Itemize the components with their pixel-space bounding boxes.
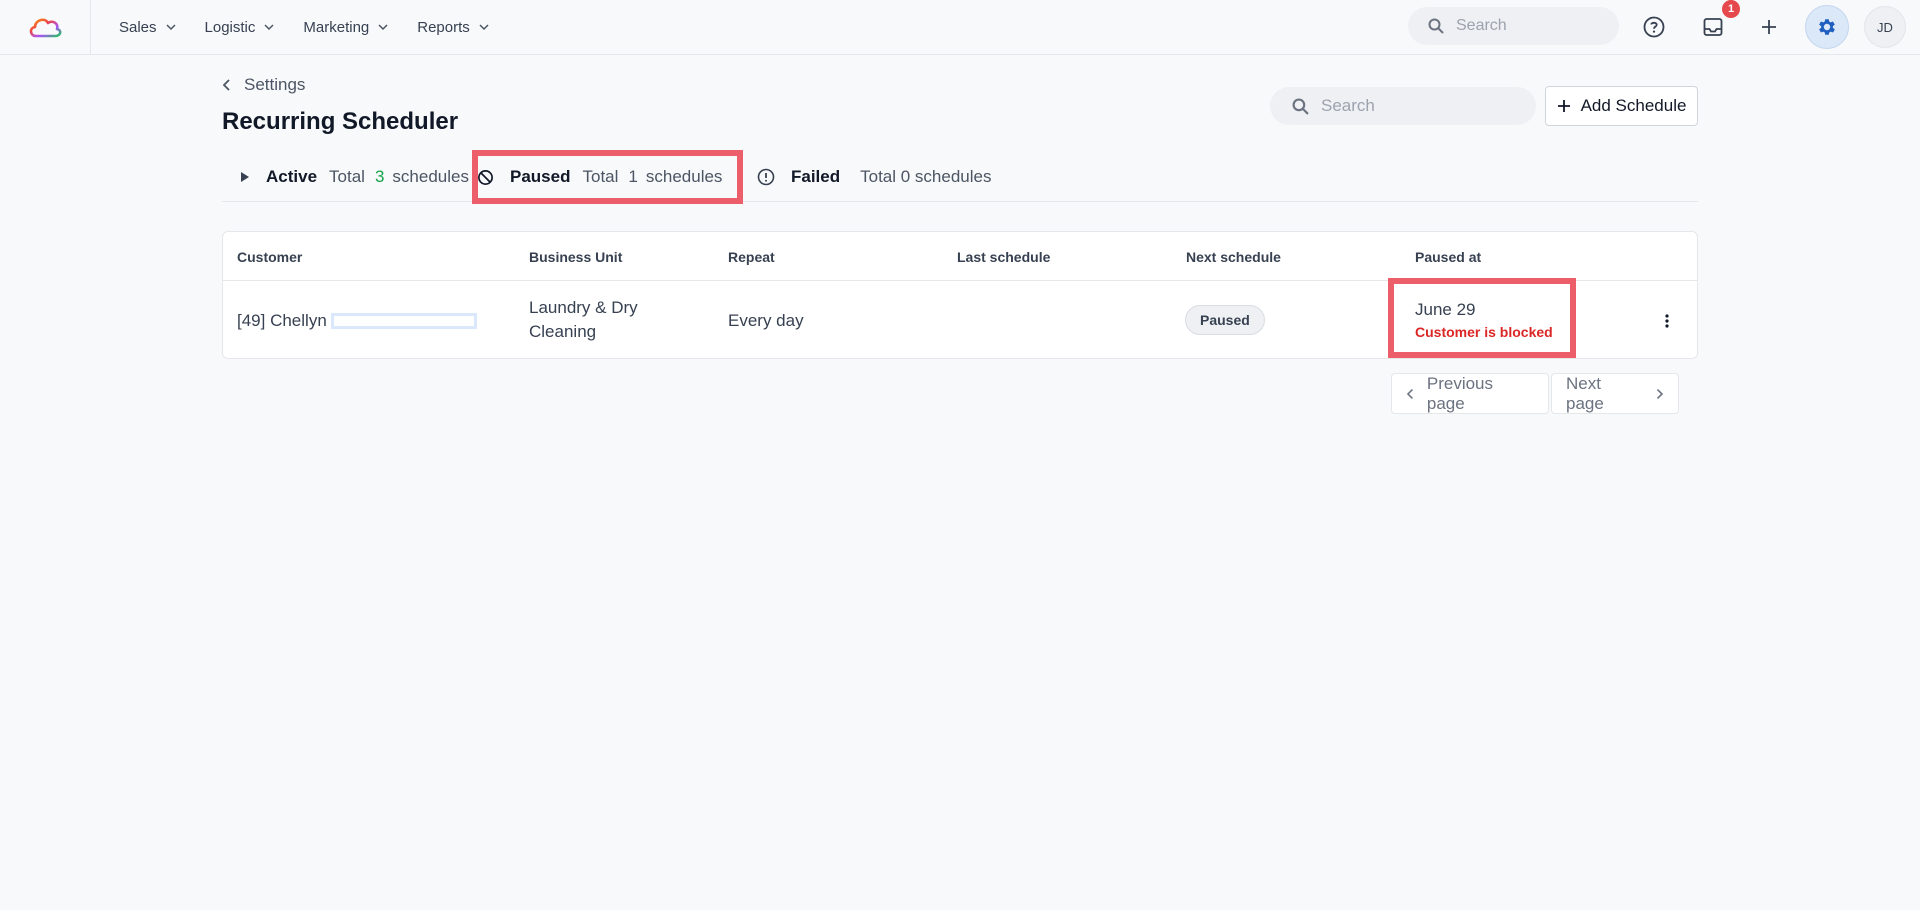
nav-marketing[interactable]: Marketing xyxy=(303,0,389,54)
page-title: Recurring Scheduler xyxy=(222,108,459,135)
more-vertical-icon xyxy=(1665,314,1669,328)
global-search[interactable] xyxy=(1408,7,1619,45)
customer-cell[interactable]: [49] Chellyn xyxy=(237,311,477,331)
breadcrumb-label: Settings xyxy=(244,75,306,94)
add-schedule-label: Add Schedule xyxy=(1580,96,1687,115)
next-page-label: Next page xyxy=(1566,373,1604,413)
nav-sales[interactable]: Sales xyxy=(119,0,177,54)
gear-icon xyxy=(1819,19,1835,35)
business-unit-line2: Cleaning xyxy=(529,322,597,341)
tab-active-total-label: Total xyxy=(329,167,365,186)
column-header-repeat: Repeat xyxy=(728,249,775,265)
tab-failed-summary: Total 0 schedules xyxy=(860,167,992,186)
notification-badge: 1 xyxy=(1722,0,1740,18)
breadcrumb-back[interactable]: Settings xyxy=(222,75,305,95)
repeat-cell: Every day xyxy=(728,311,804,330)
top-navigation-bar: Sales Logistic Marketing Reports 1 JD xyxy=(0,0,1920,55)
main-nav: Sales Logistic Marketing Reports xyxy=(119,0,518,54)
column-header-business-unit: Business Unit xyxy=(529,249,623,265)
tab-active[interactable]: Active Total 3 schedules xyxy=(240,157,469,197)
settings-button[interactable] xyxy=(1805,5,1849,49)
nav-logistic[interactable]: Logistic xyxy=(205,0,276,54)
help-icon xyxy=(1643,16,1665,38)
column-header-paused-at: Paused at xyxy=(1415,249,1482,265)
highlight-paused-tab xyxy=(472,150,743,204)
column-header-next-schedule: Next schedule xyxy=(1186,249,1281,265)
tab-active-unit: schedules xyxy=(392,167,469,186)
redacted-field xyxy=(330,313,477,329)
tab-active-name: Active xyxy=(266,167,318,186)
highlight-paused-at xyxy=(1388,278,1576,358)
help-button[interactable] xyxy=(1634,7,1674,47)
chevron-left-icon xyxy=(222,79,230,91)
chevron-down-icon xyxy=(264,24,274,31)
chevron-down-icon xyxy=(479,24,489,31)
nav-sales-label: Sales xyxy=(119,18,157,36)
search-icon xyxy=(1428,18,1444,34)
caret-right-icon xyxy=(241,172,249,182)
customer-name: [49] Chellyn xyxy=(237,311,327,330)
tab-active-count: 3 xyxy=(374,167,385,186)
chevron-down-icon xyxy=(166,24,176,31)
alert-circle-icon xyxy=(757,168,775,186)
plus-icon xyxy=(1762,20,1776,34)
row-actions-button[interactable] xyxy=(1655,307,1679,335)
business-unit-cell: Laundry & Dry Cleaning xyxy=(529,296,638,344)
schedule-search-input[interactable] xyxy=(1321,96,1521,116)
previous-page-button[interactable]: Previous page xyxy=(1391,373,1549,414)
app-logo[interactable] xyxy=(0,0,91,54)
previous-page-label: Previous page xyxy=(1426,373,1494,413)
column-header-customer: Customer xyxy=(237,249,303,265)
create-button[interactable] xyxy=(1749,7,1789,47)
user-avatar[interactable]: JD xyxy=(1864,6,1906,48)
nav-marketing-label: Marketing xyxy=(303,18,370,36)
status-tabs: Active Total 3 schedules Paused Total 1 … xyxy=(222,157,1698,202)
status-badge: Paused xyxy=(1185,305,1265,335)
business-unit-line1: Laundry & Dry xyxy=(529,298,638,317)
inbox-icon xyxy=(1703,18,1723,36)
column-header-last-schedule: Last schedule xyxy=(957,249,1051,265)
next-page-button[interactable]: Next page xyxy=(1551,373,1679,414)
cloud-logo-icon xyxy=(29,18,62,38)
chevron-right-icon xyxy=(1656,388,1664,399)
nav-logistic-label: Logistic xyxy=(204,18,256,36)
plus-icon xyxy=(1557,100,1570,112)
chevron-down-icon xyxy=(378,24,388,31)
nav-reports-label: Reports xyxy=(417,18,470,36)
global-search-input[interactable] xyxy=(1456,17,1606,35)
add-schedule-button[interactable]: Add Schedule xyxy=(1545,86,1698,126)
tab-failed[interactable]: Failed Total 0 schedules xyxy=(757,157,992,197)
schedule-search[interactable] xyxy=(1270,87,1536,125)
nav-reports[interactable]: Reports xyxy=(417,0,490,54)
tab-failed-name: Failed xyxy=(791,167,841,186)
chevron-left-icon xyxy=(1406,388,1413,399)
search-icon xyxy=(1292,98,1309,115)
